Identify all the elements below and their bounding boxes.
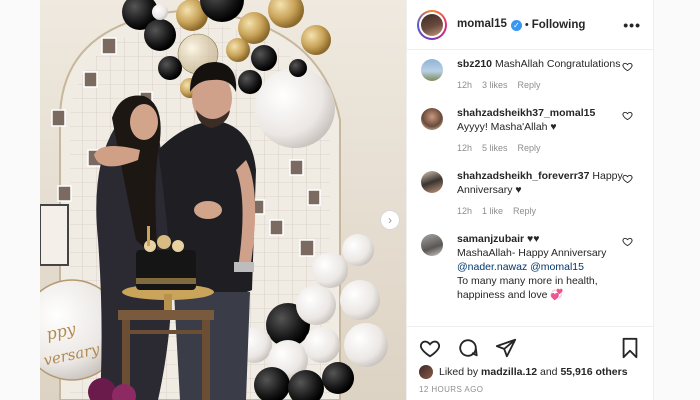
bookmark-icon[interactable] (619, 337, 641, 359)
comment-avatar[interactable] (421, 171, 443, 193)
likes-and: and (539, 366, 558, 378)
likes-prefix: Liked by (439, 366, 479, 378)
heart-icon[interactable] (419, 337, 441, 359)
comment-time: 12h (457, 143, 473, 153)
comment-meta: 12h 3 likes Reply (457, 78, 620, 92)
more-options-icon[interactable]: ••• (623, 17, 641, 33)
comment-username[interactable]: shahzadsheikh_foreverr37 (457, 170, 589, 182)
liker-avatar[interactable] (419, 365, 433, 379)
comment-item: shahzadsheikh37_momal15 Ayyyy! Masha'All… (407, 92, 653, 155)
comment-text: Ayyyy! Masha'Allah ♥ (457, 121, 557, 133)
post-timestamp[interactable]: 12 HOURS AGO (407, 379, 653, 394)
comment-username[interactable]: sbz210 (457, 58, 492, 70)
share-icon[interactable] (495, 337, 517, 359)
comment-text-prefix: ♥♥ (527, 233, 540, 245)
comment-item: sbz210 MashAllah Congratulations 12h 3 l… (407, 51, 653, 92)
likes-count[interactable]: 55,916 others (560, 366, 627, 378)
post-username-text[interactable]: momal15 (457, 18, 507, 30)
comment-meta: 12h 5 likes Reply (457, 141, 595, 155)
comment-item: samanjzubair ♥♥ MashaAllah- Happy Annive… (407, 218, 653, 302)
comment-item: shahzadsheikh_foreverr37 Happy Anniversa… (407, 155, 653, 218)
comment-like-heart-icon[interactable] (622, 61, 633, 72)
post-header: momal15 ✓ • Following ••• (407, 0, 653, 50)
reply-button[interactable]: Reply (518, 78, 541, 92)
comment-time: 12h (457, 206, 473, 216)
comment-text-continued: To many many more in health, happiness a… (457, 275, 598, 301)
comments-list[interactable]: sbz210 MashAllah Congratulations 12h 3 l… (407, 51, 653, 326)
comment-avatar[interactable] (421, 59, 443, 81)
comment-likes[interactable]: 5 likes (482, 141, 508, 155)
comment-like-heart-icon[interactable] (622, 110, 633, 121)
mention-link[interactable]: @momal15 (530, 261, 584, 273)
following-button[interactable]: Following (532, 19, 586, 31)
comment-text: MashaAllah- Happy Anniversary (457, 247, 607, 259)
comment-time: 12h (457, 80, 473, 90)
mention-link[interactable]: @nader.nawaz (457, 261, 527, 273)
comment-likes[interactable]: 3 likes (482, 78, 508, 92)
comment-username[interactable]: shahzadsheikh37_momal15 (457, 107, 595, 119)
action-icons-row (407, 327, 653, 361)
comment-like-heart-icon[interactable] (622, 173, 633, 184)
comment-text: MashAllah Congratulations (494, 58, 621, 70)
next-photo-arrow-icon[interactable]: › (380, 210, 400, 230)
verified-badge-icon: ✓ (510, 20, 522, 31)
comment-icon[interactable] (457, 337, 479, 359)
comment-avatar[interactable] (421, 108, 443, 130)
reply-button[interactable]: Reply (518, 141, 541, 155)
post-image-illustration: ppy versary (40, 0, 406, 400)
post-side-panel: momal15 ✓ • Following ••• sbz210 MashAlla… (406, 0, 654, 400)
post-actions-section: Liked by madzilla.12 and 55,916 others 1… (407, 326, 653, 400)
comment-likes[interactable]: 1 like (482, 204, 503, 218)
comment-avatar[interactable] (421, 234, 443, 256)
comment-like-heart-icon[interactable] (622, 236, 633, 247)
comment-username[interactable]: samanjzubair (457, 233, 524, 245)
post-photo[interactable]: ppy versary (40, 0, 406, 400)
instagram-post-view: ppy versary › momal15 ✓ • Following ••• … (0, 0, 700, 400)
post-username[interactable]: momal15 ✓ (457, 18, 522, 31)
liker-username[interactable]: madzilla.12 (481, 366, 537, 378)
likes-summary: Liked by madzilla.12 and 55,916 others (407, 361, 653, 379)
separator-dot: • (524, 18, 529, 31)
reply-button[interactable]: Reply (513, 204, 536, 218)
comment-meta: 12h 1 like Reply (457, 204, 623, 218)
avatar-image (421, 13, 443, 36)
avatar[interactable] (417, 9, 447, 40)
